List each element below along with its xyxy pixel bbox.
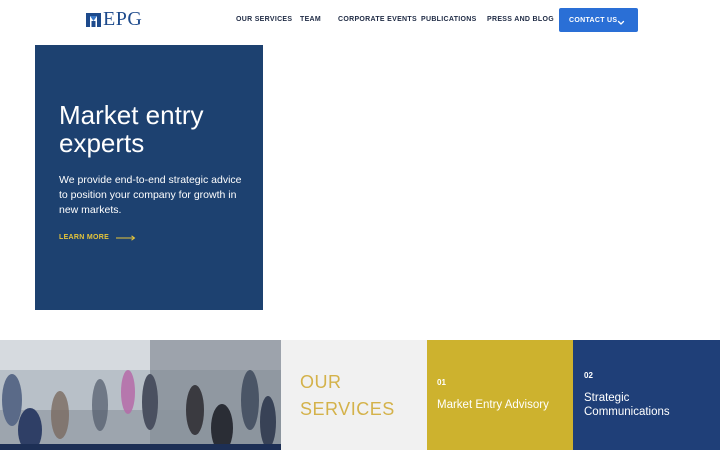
hero-card: Market entry experts We provide end-to-e… <box>35 45 263 310</box>
our-services-heading-block: OUR SERVICES <box>281 340 427 450</box>
contact-us-label: CONTACT US <box>569 16 618 24</box>
service-name: Market Entry Advisory <box>437 399 549 411</box>
nav-corporate-events[interactable]: CORPORATE EVENTS <box>338 16 417 23</box>
learn-more-label: LEARN MORE <box>59 234 110 241</box>
site-header: EPG OUR SERVICES TEAM CORPORATE EVENTS P… <box>0 0 720 40</box>
hero-title: Market entry experts <box>59 100 204 158</box>
learn-more-link[interactable]: LEARN MORE <box>59 234 136 241</box>
nav-our-services[interactable]: OUR SERVICES <box>236 16 292 23</box>
service-number: 01 <box>437 378 446 387</box>
arrow-right-icon <box>116 234 136 241</box>
service-card-market-entry[interactable]: 01 Market Entry Advisory <box>427 340 573 450</box>
services-strip: OUR SERVICES 01 Market Entry Advisory 02… <box>0 340 720 450</box>
logo-mark-icon <box>86 12 101 27</box>
nav-press-and-blog[interactable]: PRESS AND BLOG <box>487 16 554 23</box>
our-services-heading: OUR SERVICES <box>300 372 395 419</box>
nav-team[interactable]: TEAM <box>300 16 321 23</box>
logo[interactable]: EPG <box>86 8 143 30</box>
service-number: 02 <box>584 371 593 380</box>
nav-publications[interactable]: PUBLICATIONS <box>421 16 477 23</box>
service-name: Strategic Communications <box>584 392 670 418</box>
chevron-down-icon <box>616 15 626 25</box>
service-card-strategic-communications[interactable]: 02 Strategic Communications <box>573 340 720 450</box>
crowd-photo <box>0 340 281 450</box>
hero-description: We provide end-to-end strategic advice t… <box>59 174 242 216</box>
contact-us-button[interactable]: CONTACT US <box>559 8 638 32</box>
logo-text: EPG <box>103 8 143 30</box>
